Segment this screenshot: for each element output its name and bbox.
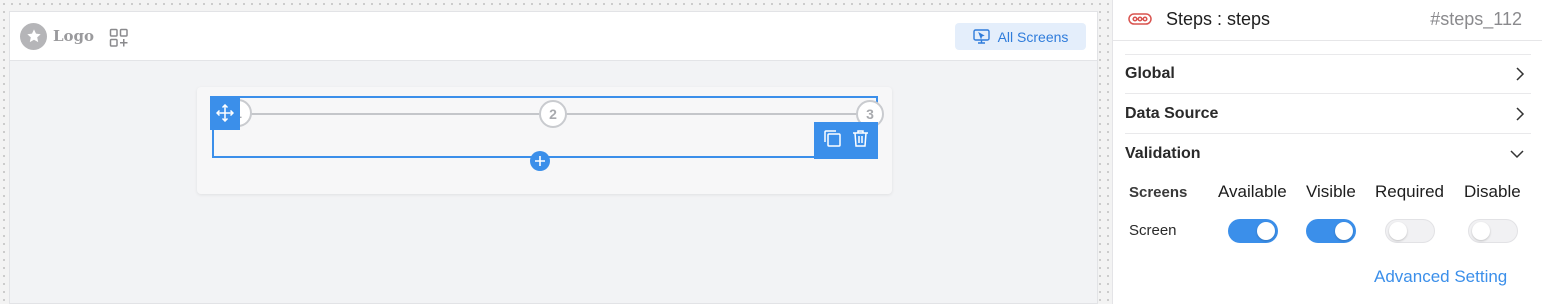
section-data-source[interactable]: Data Source (1125, 94, 1531, 134)
add-widget-icon[interactable] (109, 28, 129, 48)
screen-row-label: Screen (1129, 222, 1177, 239)
move-icon (216, 104, 234, 122)
available-toggle[interactable] (1228, 219, 1278, 243)
col-disable: Disable (1464, 182, 1521, 201)
all-screens-button[interactable]: All Screens (955, 23, 1086, 50)
disable-toggle[interactable] (1468, 219, 1518, 243)
chevron-right-icon (1516, 106, 1525, 121)
monitor-icon (972, 29, 990, 44)
required-toggle[interactable] (1385, 219, 1435, 243)
section-label: Data Source (1125, 104, 1219, 122)
step-2[interactable]: 2 (539, 100, 567, 128)
col-visible: Visible (1306, 182, 1356, 201)
component-actions (814, 122, 878, 159)
panel-header: Steps : steps #steps_112 (1113, 0, 1542, 41)
col-required: Required (1375, 182, 1444, 201)
col-available: Available (1218, 182, 1287, 201)
star-icon (20, 22, 47, 50)
section-global[interactable]: Global (1125, 54, 1531, 94)
app-header: Logo All Screens (10, 12, 1097, 61)
plus-icon (535, 156, 545, 166)
logo: Logo (20, 22, 94, 50)
delete-icon[interactable] (852, 129, 869, 153)
steps-icon (1128, 12, 1152, 31)
properties-panel: Steps : steps #steps_112 Global Data Sou… (1113, 0, 1542, 304)
editor-canvas: Logo All Screens 2 3 (0, 0, 1112, 304)
chevron-down-icon (1510, 150, 1524, 159)
panel-title: Steps : steps (1166, 9, 1271, 29)
duplicate-icon[interactable] (823, 129, 842, 153)
section-validation[interactable]: Validation (1125, 134, 1531, 174)
section-label: Global (1125, 65, 1175, 82)
step-connector (566, 113, 857, 115)
logo-text: Logo (53, 27, 95, 45)
move-handle[interactable] (210, 96, 240, 130)
advanced-setting-link[interactable]: Advanced Setting (1374, 267, 1507, 287)
all-screens-label: All Screens (997, 28, 1069, 45)
add-component-button[interactable] (530, 151, 550, 171)
visible-toggle[interactable] (1306, 219, 1356, 243)
col-screens: Screens (1129, 184, 1188, 201)
section-label: Validation (1125, 145, 1201, 162)
chevron-right-icon (1516, 67, 1525, 81)
element-id: #steps_112 (1430, 9, 1522, 29)
step-connector (236, 113, 539, 115)
steps-component[interactable]: 1 2 3 (212, 96, 884, 158)
